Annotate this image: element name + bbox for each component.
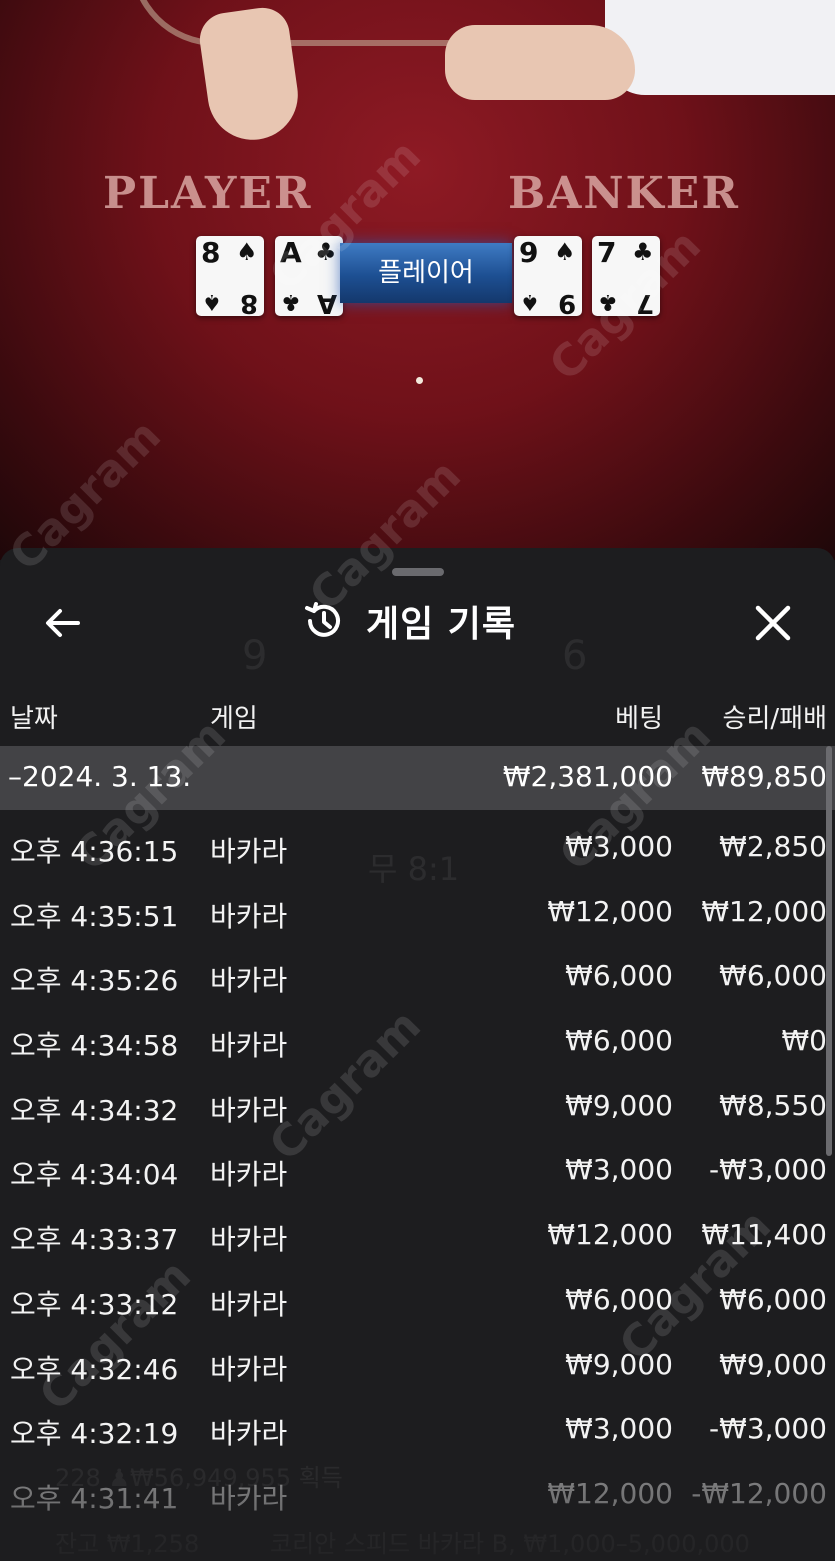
history-list: 오후 4:36:15 바카라 ₩3,000 ₩2,850 오후 4:35:51 … xyxy=(0,816,835,1528)
round-result-banner: 플레이어 xyxy=(340,243,512,303)
group-bet-total: ₩2,381,000 xyxy=(502,760,673,793)
row-game: 바카라 xyxy=(210,899,288,933)
row-game: 바카라 xyxy=(210,1417,288,1451)
player-zone-label: PLAYER xyxy=(103,168,313,219)
row-game: 바카라 xyxy=(210,1223,288,1257)
row-bet: ₩3,000 xyxy=(565,830,673,863)
row-game: 바카라 xyxy=(210,1029,288,1063)
row-time: 오후 4:36:15 xyxy=(10,835,179,868)
row-time: 오후 4:34:32 xyxy=(10,1093,179,1127)
sheet-title: 게임 기록 xyxy=(366,604,517,645)
row-game: 바카라 xyxy=(210,964,288,998)
row-game: 바카라 xyxy=(210,835,288,868)
banker-card-2: 7 ♣ ♣ 7 xyxy=(592,236,660,318)
arrow-left-icon xyxy=(46,609,80,637)
row-time: 오후 4:31:41 xyxy=(10,1481,179,1515)
row-time: 오후 4:34:58 xyxy=(10,1029,179,1063)
row-time: 오후 4:35:51 xyxy=(10,899,179,933)
row-time: 오후 4:32:19 xyxy=(10,1417,179,1451)
row-bet: ₩3,000 xyxy=(565,1153,673,1187)
table-row[interactable]: 오후 4:32:19 바카라 ₩3,000 -₩3,000 xyxy=(0,1398,835,1463)
row-result: -₩3,000 xyxy=(709,1153,827,1187)
table-row[interactable]: 오후 4:33:12 바카라 ₩6,000 ₩6,000 xyxy=(0,1269,835,1334)
close-button[interactable] xyxy=(750,600,796,646)
table-row[interactable]: 오후 4:34:58 바카라 ₩6,000 ₩0 xyxy=(0,1010,835,1075)
date-group-row[interactable]: –2024. 3. 13. ₩2,381,000 ₩89,850 xyxy=(0,746,835,810)
table-row[interactable]: 오후 4:36:15 바카라 ₩3,000 ₩2,850 xyxy=(0,816,835,881)
list-scrollbar[interactable] xyxy=(826,746,832,1156)
table-row[interactable]: 오후 4:31:41 바카라 ₩12,000 -₩12,000 xyxy=(0,1463,835,1528)
dealer-hand-right xyxy=(445,25,635,100)
game-history-sheet: 9 6 무 8:1 228 ♟₩56,949,955 획득 잔고 ₩1,258 … xyxy=(0,548,835,1561)
sheet-title-group: 게임 기록 xyxy=(302,596,516,646)
row-bet: ₩12,000 xyxy=(547,894,673,928)
ghost-balance: 잔고 ₩1,258 xyxy=(55,1530,200,1558)
banker-zone-label: BANKER xyxy=(508,168,740,219)
row-result: ₩9,000 xyxy=(719,1347,827,1381)
row-time: 오후 4:33:37 xyxy=(10,1223,179,1257)
row-time: 오후 4:33:12 xyxy=(10,1287,179,1321)
live-dealer-video: PLAYER BANKER 8 ♠ ♠ 8 A ♣ ♣ A 플레이어 9 ♠ ♠… xyxy=(0,0,835,560)
sheet-header: 게임 기록 xyxy=(0,590,835,652)
player-card-2: A ♣ ♣ A xyxy=(275,236,343,318)
row-result: -₩12,000 xyxy=(691,1476,827,1510)
table-row[interactable]: 오후 4:32:46 바카라 ₩9,000 ₩9,000 xyxy=(0,1334,835,1399)
row-game: 바카라 xyxy=(210,1352,288,1386)
close-icon xyxy=(755,605,791,641)
row-result: -₩3,000 xyxy=(709,1412,827,1446)
column-game: 게임 xyxy=(210,704,258,734)
row-game: 바카라 xyxy=(210,1093,288,1127)
row-bet: ₩12,000 xyxy=(547,1218,673,1252)
row-bet: ₩12,000 xyxy=(547,1476,673,1510)
history-icon xyxy=(305,602,340,637)
table-row[interactable]: 오후 4:33:37 바카라 ₩12,000 ₩11,400 xyxy=(0,1204,835,1269)
row-game: 바카라 xyxy=(210,1481,288,1515)
table-row[interactable]: 오후 4:34:04 바카라 ₩3,000 -₩3,000 xyxy=(0,1139,835,1204)
row-time: 오후 4:35:26 xyxy=(10,964,179,998)
row-result: ₩6,000 xyxy=(719,959,827,993)
row-result: ₩0 xyxy=(781,1024,828,1058)
dealer-hand-left xyxy=(196,4,304,146)
row-result: ₩2,850 xyxy=(719,830,827,863)
table-row[interactable]: 오후 4:35:51 바카라 ₩12,000 ₩12,000 xyxy=(0,881,835,946)
row-result: ₩6,000 xyxy=(719,1282,827,1316)
dealer-sleeve xyxy=(605,0,835,95)
row-time: 오후 4:34:04 xyxy=(10,1158,179,1192)
column-bet: 베팅 xyxy=(615,704,663,734)
column-result: 승리/패배 xyxy=(722,704,827,734)
banker-card-1: 9 ♠ ♠ 9 xyxy=(514,236,582,318)
row-bet: ₩9,000 xyxy=(565,1347,673,1381)
row-result: ₩12,000 xyxy=(701,894,827,928)
column-date: 날짜 xyxy=(10,704,58,734)
row-game: 바카라 xyxy=(210,1158,288,1192)
table-row[interactable]: 오후 4:34:32 바카라 ₩9,000 ₩8,550 xyxy=(0,1075,835,1140)
group-result-total: ₩89,850 xyxy=(701,760,827,793)
row-bet: ₩6,000 xyxy=(565,1282,673,1316)
table-row[interactable]: 오후 4:35:26 바카라 ₩6,000 ₩6,000 xyxy=(0,945,835,1010)
row-bet: ₩6,000 xyxy=(565,959,673,993)
row-bet: ₩9,000 xyxy=(565,1088,673,1122)
row-result: ₩11,400 xyxy=(701,1218,827,1252)
group-date: –2024. 3. 13. xyxy=(8,760,192,793)
row-game: 바카라 xyxy=(210,1287,288,1321)
row-bet: ₩6,000 xyxy=(565,1024,673,1058)
row-result: ₩8,550 xyxy=(719,1088,827,1122)
ghost-table-name: 코리안 스피드 바카라 B, ₩1,000–5,000,000 xyxy=(270,1530,750,1558)
back-button[interactable] xyxy=(40,600,86,646)
row-bet: ₩3,000 xyxy=(565,1412,673,1446)
player-card-1: 8 ♠ ♠ 8 xyxy=(196,236,264,318)
table-header: 날짜 게임 베팅 승리/패배 xyxy=(0,698,835,738)
row-time: 오후 4:32:46 xyxy=(10,1352,179,1386)
table-marker xyxy=(416,377,423,384)
sheet-drag-handle[interactable] xyxy=(392,568,444,576)
